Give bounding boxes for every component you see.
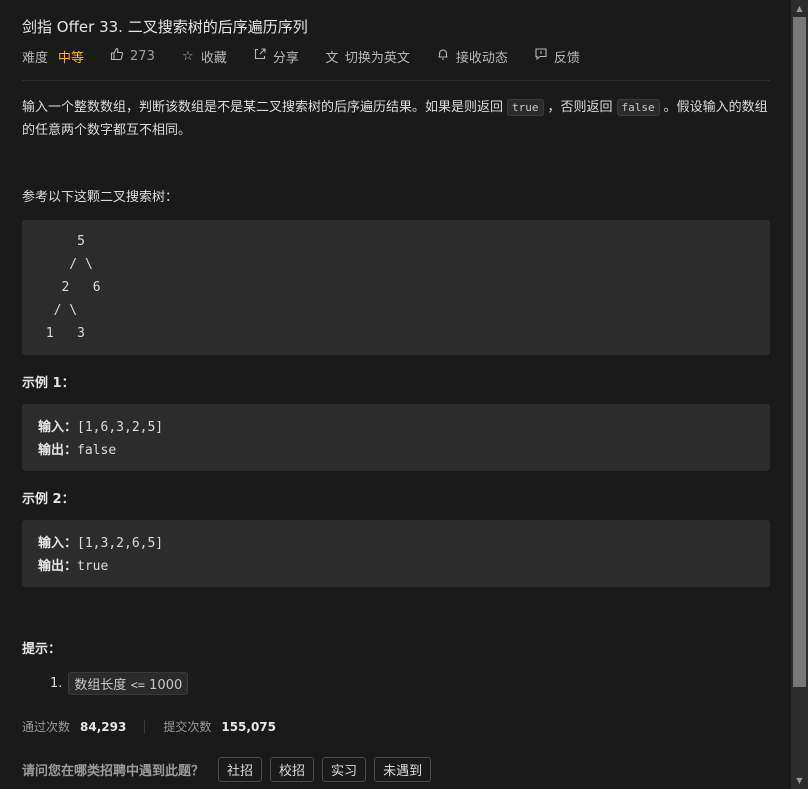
problem-title: 剑指 Offer 33. 二叉搜索树的后序遍历序列	[22, 18, 308, 36]
output-value: false	[77, 443, 117, 458]
submission-stats: 通过次数 84,293 提交次数 155,075	[22, 718, 276, 735]
output-label: 输出	[38, 443, 65, 458]
hint-heading: 提示：	[22, 642, 62, 657]
inline-code-true: true	[507, 99, 544, 116]
inline-code-false: false	[616, 99, 660, 116]
hint-code: 数组长度 <= 1000	[68, 672, 189, 695]
description-text: ，否则返回	[547, 100, 613, 115]
submitted-count: 155,075	[221, 719, 276, 734]
hint-list: 1. 数组长度 <= 1000	[50, 672, 189, 695]
example-output: 输出：false	[38, 443, 117, 458]
feedback-button[interactable]: 反馈	[534, 47, 580, 66]
hint-value: 1000	[149, 678, 183, 693]
survey-option-social[interactable]: 社招	[218, 757, 263, 782]
star-icon: ☆	[182, 48, 194, 64]
problem-meta-bar: 难度 中等 273 ☆ 收藏 分享 文 切换为英文 接收动态 反馈	[22, 46, 606, 66]
difficulty-value: 中等	[58, 50, 85, 66]
submitted-label: 提交次数	[163, 720, 212, 734]
favorite-label: 收藏	[200, 50, 227, 66]
hint-text: 数组长度	[74, 678, 127, 693]
accepted-label: 通过次数	[22, 720, 71, 734]
feedback-label: 反馈	[553, 50, 580, 66]
feedback-icon	[534, 47, 548, 65]
share-label: 分享	[272, 50, 299, 66]
bell-icon	[436, 47, 450, 65]
survey-option-campus[interactable]: 校招	[270, 757, 315, 782]
tree-line: 2 6	[38, 280, 101, 295]
example-input: 输入：[1,6,3,2,5]	[38, 420, 164, 435]
reference-text: 参考以下这颗二叉搜索树：	[22, 190, 179, 205]
like-button[interactable]: 273	[110, 47, 155, 65]
output-label: 输出	[38, 559, 65, 574]
stats-divider	[144, 719, 146, 734]
survey-option-internship[interactable]: 实习	[322, 757, 367, 782]
accepted-count: 84,293	[80, 719, 127, 734]
favorite-button[interactable]: ☆ 收藏	[181, 47, 227, 66]
translate-button[interactable]: 文 切换为英文	[325, 47, 410, 66]
difficulty: 难度 中等	[22, 47, 84, 66]
survey-question: 请问您在哪类招聘中遇到此题？	[22, 764, 205, 779]
tree-line: 5	[38, 234, 85, 249]
share-button[interactable]: 分享	[253, 47, 299, 66]
output-value: true	[77, 559, 109, 574]
subscribe-button[interactable]: 接收动态	[436, 47, 508, 66]
survey-option-not-met[interactable]: 未遇到	[374, 757, 432, 782]
like-count: 273	[130, 48, 155, 64]
difficulty-label: 难度	[22, 50, 49, 66]
thumbs-up-icon	[110, 47, 124, 65]
scroll-down-icon[interactable]: ▼	[791, 772, 808, 789]
scrollbar-thumb[interactable]	[793, 17, 806, 687]
recruitment-survey: 请问您在哪类招聘中遇到此题？ 社招 校招 实习 未遇到	[22, 757, 439, 782]
translate-icon: 文	[325, 50, 339, 66]
input-value: [1,6,3,2,5]	[77, 420, 164, 435]
hint-operator: <=	[130, 678, 146, 692]
example-heading: 示例 2：	[22, 492, 75, 507]
example-input: 输入：[1,3,2,6,5]	[38, 536, 164, 551]
input-label: 输入	[38, 420, 65, 435]
vertical-scrollbar[interactable]: ▲ ▼	[791, 0, 808, 789]
subscribe-label: 接收动态	[455, 50, 508, 66]
translate-label: 切换为英文	[344, 50, 410, 66]
tree-line: / \	[38, 257, 93, 272]
example-block: 输入：[1,6,3,2,5] 输出：false	[22, 404, 770, 471]
scroll-up-icon[interactable]: ▲	[791, 0, 808, 17]
hint-number: 1.	[50, 676, 63, 691]
example-block: 输入：[1,3,2,6,5] 输出：true	[22, 520, 770, 587]
share-icon	[253, 47, 267, 65]
tree-code-block: 5 / \ 2 6 / \ 1 3	[22, 220, 770, 355]
input-label: 输入	[38, 536, 65, 551]
input-value: [1,3,2,6,5]	[77, 536, 164, 551]
example-output: 输出：true	[38, 559, 109, 574]
tree-line: / \	[38, 303, 78, 318]
description-text: 输入一个整数数组，判断该数组是不是某二叉搜索树的后序遍历结果。如果是则返回	[22, 100, 504, 115]
problem-description: 输入一个整数数组，判断该数组是不是某二叉搜索树的后序遍历结果。如果是则返回 tru…	[22, 96, 770, 142]
example-heading: 示例 1：	[22, 376, 75, 391]
divider	[22, 80, 770, 81]
tree-line: 1 3	[38, 326, 85, 341]
